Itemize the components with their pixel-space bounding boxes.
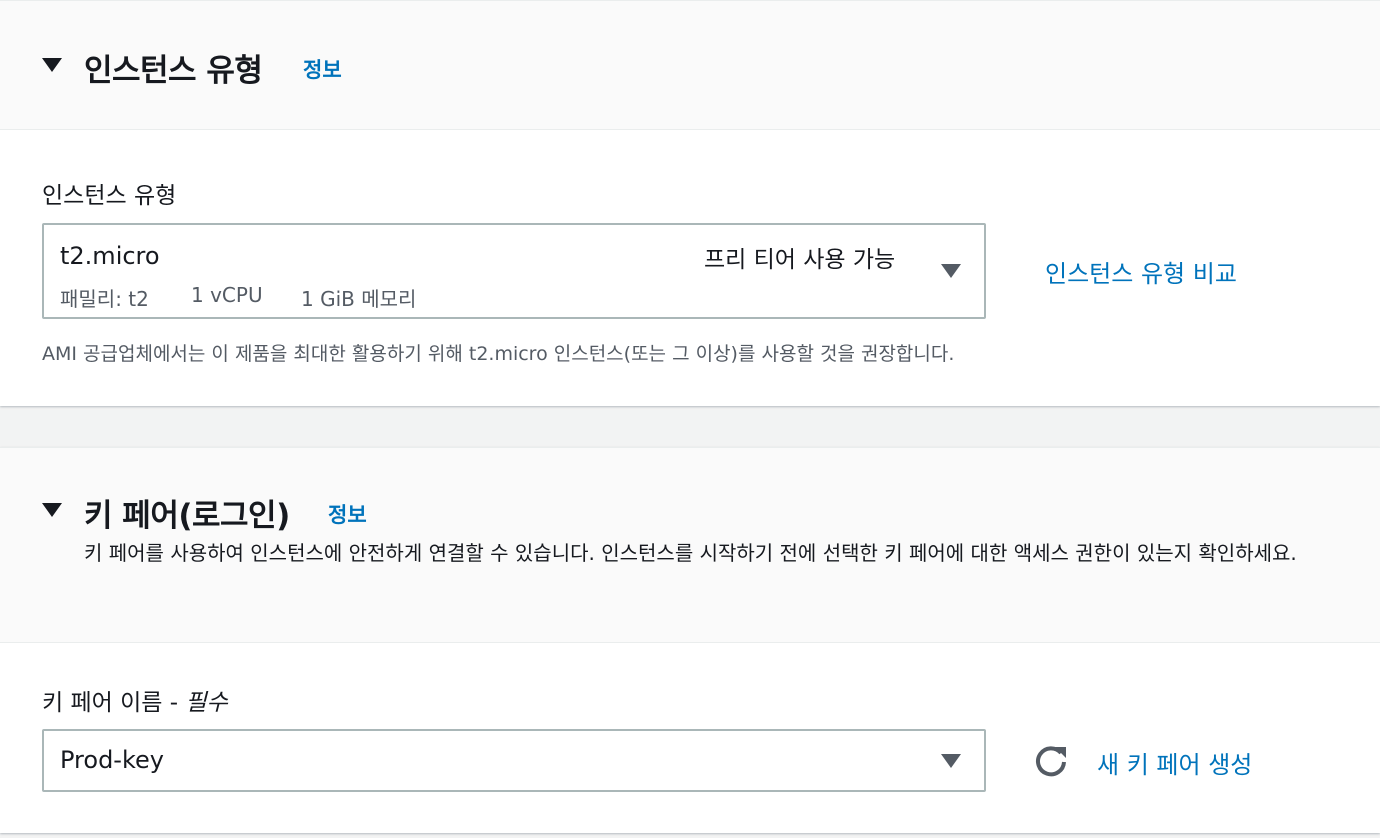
caret-down-icon [941,754,961,768]
info-link[interactable]: 정보 [328,499,367,529]
expand-toggle-icon[interactable] [42,503,62,517]
refresh-icon[interactable] [1033,743,1069,779]
section-description: 키 페어를 사용하여 인스턴스에 안전하게 연결할 수 있습니다. 인스턴스를 … [84,541,1297,565]
key-pair-name-label: 키 페어 이름 - 필수 [42,683,228,717]
info-link[interactable]: 정보 [303,54,342,84]
free-tier-label: 프리 티어 사용 가능 [704,247,896,273]
instance-type-label: 인스턴스 유형 [42,183,177,209]
required-marker: 필수 [185,690,228,716]
section-title: 키 페어(로그인) [84,498,290,534]
compare-instance-types-link[interactable]: 인스턴스 유형 비교 [1045,254,1237,289]
create-key-pair-link[interactable]: 새 키 페어 생성 [1097,745,1252,780]
key-pair-panel: 키 페어(로그인) 정보 키 페어를 사용하여 인스턴스에 안전하게 연결할 수… [0,447,1380,833]
instance-type-panel: 인스턴스 유형 정보 인스턴스 유형 t2.micro 프리 티어 사용 가능 … [0,0,1380,406]
key-pair-select[interactable]: Prod-key [42,729,986,792]
key-pair-value: Prod-key [60,746,164,774]
key-pair-header: 키 페어(로그인) 정보 키 페어를 사용하여 인스턴스에 안전하게 연결할 수… [0,448,1380,643]
caret-down-icon [941,264,961,278]
section-title: 인스턴스 유형 [84,53,263,89]
instance-memory: 1 GiB 메모리 [301,287,417,311]
instance-vcpu: 1 vCPU [191,283,263,307]
instance-type-value: t2.micro [60,242,160,270]
instance-type-header: 인스턴스 유형 정보 [0,1,1380,130]
instance-type-select[interactable]: t2.micro 프리 티어 사용 가능 패밀리: t2 1 vCPU 1 Gi… [42,223,986,319]
key-pair-name-label-text: 키 페어 이름 - [42,690,186,716]
instance-family: 패밀리: t2 [60,287,149,311]
instance-type-help-text: AMI 공급업체에서는 이 제품을 최대한 활용하기 위해 t2.micro 인… [42,343,955,365]
expand-toggle-icon[interactable] [42,58,62,72]
